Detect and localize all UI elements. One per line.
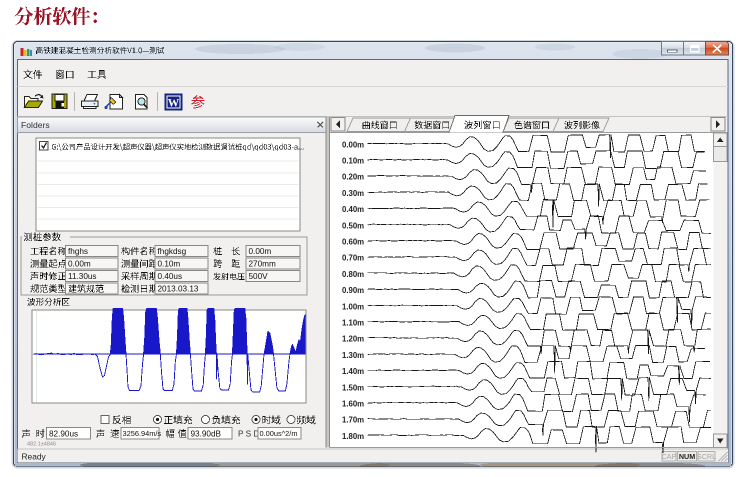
svg-text:11.30us: 11.30us: [68, 272, 97, 281]
svg-text:0.90m: 0.90m: [342, 286, 364, 295]
svg-text:0.00us^2/m: 0.00us^2/m: [260, 429, 298, 438]
svg-text:1.10m: 1.10m: [342, 319, 364, 328]
svg-text:0.80m: 0.80m: [342, 270, 364, 279]
svg-text:0.10m: 0.10m: [342, 157, 364, 166]
svg-text:0.30m: 0.30m: [342, 189, 364, 198]
svg-text:0.50m: 0.50m: [342, 221, 364, 230]
svg-text:P S D: P S D: [238, 429, 259, 438]
svg-text:0.20m: 0.20m: [342, 173, 364, 182]
svg-text:1.40m: 1.40m: [342, 367, 364, 376]
svg-text:W: W: [168, 98, 180, 110]
svg-text:CAP: CAP: [662, 452, 677, 461]
svg-text:1.60m: 1.60m: [342, 400, 364, 409]
svg-text:0.60m: 0.60m: [342, 238, 364, 247]
svg-text:270mm: 270mm: [249, 260, 276, 269]
svg-text:3256.94m/s: 3256.94m/s: [123, 429, 162, 438]
svg-text:Ready: Ready: [22, 451, 47, 461]
svg-text:NUM: NUM: [679, 452, 695, 461]
svg-text:82.90us: 82.90us: [49, 429, 78, 438]
svg-text:SCRL: SCRL: [697, 452, 716, 461]
svg-text:2013.03.13: 2013.03.13: [158, 285, 199, 294]
svg-text:0.10m: 0.10m: [158, 260, 181, 269]
svg-text:1.30m: 1.30m: [342, 351, 364, 360]
svg-text:0.00m: 0.00m: [342, 140, 364, 149]
svg-text:0.70m: 0.70m: [342, 254, 364, 263]
svg-text:0.40m: 0.40m: [342, 205, 364, 214]
svg-text:1.80m: 1.80m: [342, 432, 364, 441]
svg-text:500V: 500V: [249, 272, 269, 281]
svg-text:1.50m: 1.50m: [342, 383, 364, 392]
svg-text:482.1±4846: 482.1±4846: [27, 442, 56, 448]
svg-text:fhghs: fhghs: [68, 247, 88, 256]
svg-text:fhgkdsg: fhgkdsg: [158, 247, 187, 256]
svg-text:1.00m: 1.00m: [342, 302, 364, 311]
svg-text:0.40us: 0.40us: [158, 272, 183, 281]
svg-text:1.70m: 1.70m: [342, 416, 364, 425]
svg-text:1.20m: 1.20m: [342, 335, 364, 344]
svg-text:0.00m: 0.00m: [249, 247, 272, 256]
svg-text:0.00m: 0.00m: [68, 260, 91, 269]
svg-text:Folders: Folders: [21, 120, 50, 130]
svg-text:93.90dB: 93.90dB: [191, 429, 222, 438]
